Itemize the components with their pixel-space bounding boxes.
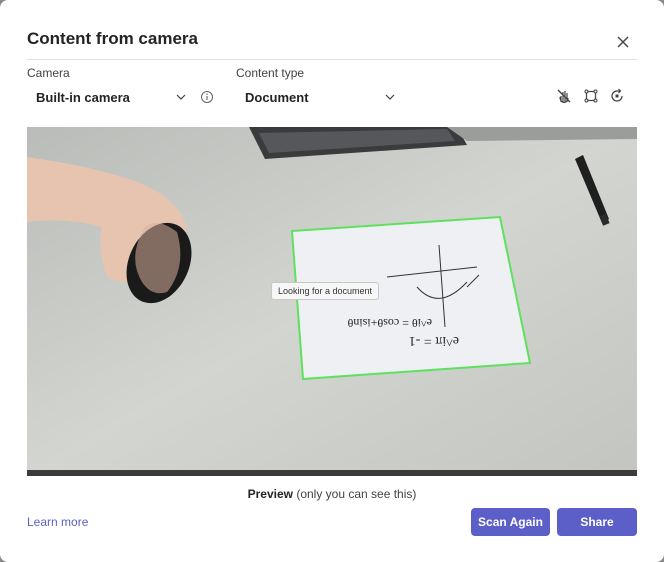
rotate-icon	[611, 88, 623, 102]
camera-feed-image: e^iθ = cosθ+isinθ e^iπ = -1	[27, 127, 637, 476]
share-button[interactable]: Share	[557, 508, 637, 536]
camera-label: Camera	[27, 66, 70, 80]
close-icon	[617, 36, 629, 48]
preview-caption-note: (only you can see this)	[296, 487, 417, 501]
learn-more-link[interactable]: Learn more	[27, 515, 88, 529]
close-button[interactable]	[612, 31, 634, 53]
svg-text:e^iπ = -1: e^iπ = -1	[409, 333, 459, 348]
svg-text:e^iθ = cosθ+isinθ: e^iθ = cosθ+isinθ	[347, 316, 432, 330]
scan-again-button[interactable]: Scan Again	[471, 508, 550, 536]
camera-preview: e^iθ = cosθ+isinθ e^iπ = -1 Looking for …	[27, 127, 637, 476]
hand-off-button[interactable]	[555, 87, 573, 105]
document-detection-tooltip: Looking for a document	[271, 282, 380, 300]
camera-dropdown[interactable]: Built-in camera	[36, 86, 192, 108]
preview-caption: Preview (only you can see this)	[0, 487, 664, 501]
content-from-camera-dialog: Content from camera Camera Built-in came…	[0, 0, 664, 562]
crop-button[interactable]	[582, 87, 600, 105]
hand-off-icon	[557, 89, 571, 104]
content-type-label: Content type	[236, 66, 305, 80]
rotate-button[interactable]	[608, 87, 626, 105]
content-type-dropdown[interactable]: Document	[245, 86, 401, 108]
info-icon[interactable]	[200, 90, 214, 104]
chevron-down-icon	[385, 94, 395, 100]
chevron-down-icon	[176, 94, 186, 100]
crop-icon	[584, 89, 598, 103]
header-divider	[27, 59, 637, 60]
preview-caption-bold: Preview	[247, 487, 293, 501]
dialog-title: Content from camera	[27, 29, 198, 48]
camera-dropdown-value: Built-in camera	[36, 89, 130, 105]
content-type-dropdown-value: Document	[245, 89, 309, 105]
